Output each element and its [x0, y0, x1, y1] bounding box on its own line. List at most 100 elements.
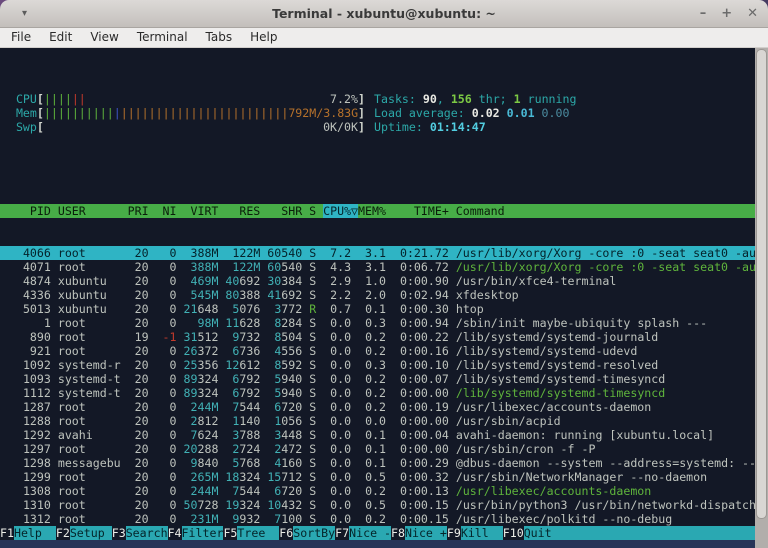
- mem-bar-green: |: [78, 106, 86, 120]
- cell-time: 0:00.10: [393, 358, 456, 372]
- cell-pri: 20: [127, 246, 156, 260]
- column-header-shr[interactable]: SHR: [267, 204, 309, 218]
- pad: [267, 302, 274, 316]
- cell-part: 545M: [190, 288, 219, 302]
- cell-part: 284: [281, 316, 303, 330]
- column-header-res[interactable]: RES: [225, 204, 267, 218]
- mem-bar-orange: |: [155, 106, 163, 120]
- process-row[interactable]: 1312 root 20 0 231M 9 932 7 100 S 0.0 0.2 …: [0, 512, 755, 526]
- cell-part: 7: [190, 428, 198, 442]
- window-menu-arrow-icon[interactable]: ▾: [22, 0, 27, 27]
- cell-part: 692: [281, 288, 303, 302]
- cell-part: 324: [197, 386, 219, 400]
- cell-part: 648: [197, 302, 219, 316]
- cell-time: 0:00.90: [393, 274, 456, 288]
- process-row[interactable]: 1297 root 20 0 20 288 2 724 2 472 S 0.0 0.1…: [0, 442, 755, 456]
- pad: [184, 246, 191, 260]
- system-info: Tasks: 90, 156 thr; 1 running Load averag…: [374, 92, 576, 134]
- column-header-ni[interactable]: NI: [156, 204, 184, 218]
- fnkey-f8[interactable]: F8Nice +: [391, 526, 447, 540]
- menu-item-help[interactable]: Help: [241, 28, 286, 47]
- fnkey-f4[interactable]: F4Filter: [168, 526, 224, 540]
- cell-part: 98M: [197, 316, 219, 330]
- fnkey-f6[interactable]: F6SortBy: [279, 526, 336, 540]
- menu-item-terminal[interactable]: Terminal: [128, 28, 197, 47]
- cell-ni: 0: [155, 316, 177, 330]
- fnkey-f5[interactable]: F5Tree: [223, 526, 280, 540]
- column-header-virt[interactable]: VIRT: [184, 204, 226, 218]
- fnkey-f10[interactable]: F10Quit: [503, 526, 566, 540]
- menu-item-edit[interactable]: Edit: [40, 28, 81, 47]
- process-row[interactable]: 1093 systemd-t 20 0 89 324 6 792 5 940 S 0.…: [0, 372, 755, 386]
- process-row[interactable]: 921 root 20 0 26 372 6 736 4 556 S 0.0 0.2 …: [0, 344, 755, 358]
- cell-part: 5: [232, 456, 240, 470]
- process-row[interactable]: 4071 root 20 0 388M 122M 60 540 S 4.3 3.1…: [0, 260, 755, 274]
- fnkey-label: F5: [223, 526, 238, 540]
- info-segment: Uptime:: [374, 120, 430, 134]
- pad: [184, 274, 191, 288]
- column-header-user[interactable]: USER: [58, 204, 128, 218]
- cell-mem: 3.1: [358, 246, 393, 260]
- mem-meter-label: Mem: [15, 106, 37, 120]
- process-row[interactable]: 1112 systemd-t 20 0 89 324 6 792 5 940 S 0.…: [0, 386, 755, 400]
- process-row[interactable]: 1287 root 20 0 244M 7 544 6 720 S 0.0 0.2 …: [0, 400, 755, 414]
- process-row[interactable]: 5013 xubuntu 20 0 21 648 5 076 3 772 R 0.7 …: [0, 302, 755, 316]
- column-header-cpu-sorted[interactable]: CPU%▽: [323, 204, 359, 218]
- cell-ni: 0: [155, 498, 177, 512]
- process-row[interactable]: 4336 xubuntu 20 0 545M 80 388 41 692 S 2.2…: [0, 288, 755, 302]
- process-row[interactable]: 1299 root 20 0 265M 18 324 15 712 S 0.0 0.…: [0, 470, 755, 484]
- process-row[interactable]: 1310 root 20 0 50 728 19 324 10 432 S 0.0 0…: [0, 498, 755, 512]
- column-header-command[interactable]: Command: [456, 204, 505, 218]
- scrollbar[interactable]: [755, 48, 768, 548]
- cell-mem: 2.0: [358, 288, 393, 302]
- fnkey-f1[interactable]: F1Help: [0, 526, 56, 540]
- menu-item-tabs[interactable]: Tabs: [197, 28, 242, 47]
- process-row[interactable]: 1292 avahi 20 0 7 624 3 788 3 448 S 0.0 0.1…: [0, 428, 755, 442]
- column-header-state[interactable]: S: [309, 204, 323, 218]
- process-row[interactable]: 4066 root 20 0 388M 122M 60 540 S 7.2 3.1…: [0, 246, 755, 260]
- pad: [225, 512, 232, 526]
- maximize-button[interactable]: +: [721, 0, 732, 27]
- process-row[interactable]: 1092 systemd-r 20 0 25 356 12 612 8 592 S 0…: [0, 358, 755, 372]
- fnkey-f2[interactable]: F2Setup: [56, 526, 112, 540]
- process-row[interactable]: 1308 root 20 0 244M 7 544 6 720 S 0.0 0.2 …: [0, 484, 755, 498]
- fnkey-f7[interactable]: F7Nice -: [335, 526, 392, 540]
- scrollbar-thumb[interactable]: [756, 49, 767, 519]
- column-header-pri[interactable]: PRI: [128, 204, 156, 218]
- column-header-pid[interactable]: PID: [2, 204, 58, 218]
- pad: [225, 414, 232, 428]
- process-row[interactable]: 1288 root 20 0 2 812 1 140 1 056 S 0.0 0.0 …: [0, 414, 755, 428]
- column-header-time[interactable]: TIME+: [393, 204, 456, 218]
- process-row[interactable]: 1298 messagebu 20 0 9 840 5 768 4 160 S 0.0…: [0, 456, 755, 470]
- mem-bar-orange: |: [148, 106, 156, 120]
- column-header-mem[interactable]: MEM%: [358, 204, 393, 218]
- menu-item-file[interactable]: File: [2, 28, 40, 47]
- minimize-button[interactable]: –: [700, 0, 707, 27]
- title-bar[interactable]: ▾ Terminal - xubuntu@xubuntu: ~ – + ✕: [0, 0, 768, 28]
- menu-item-view[interactable]: View: [81, 28, 127, 47]
- pad: [225, 260, 232, 274]
- pad: [267, 414, 274, 428]
- pad: [225, 442, 232, 456]
- swp-meter-bar: 0K/0K: [44, 120, 358, 134]
- cell-pri: 20: [127, 400, 156, 414]
- process-row[interactable]: 1 root 20 0 98M 11 628 8 284 S 0.0 0.3 0:0…: [0, 316, 755, 330]
- cpu-meter-bar: | | | | | | 7.2%: [44, 92, 358, 106]
- process-row[interactable]: 4874 xubuntu 20 0 469M 40 692 30 384 S 2.9…: [0, 274, 755, 288]
- cell-time: 0:00.15: [393, 498, 456, 512]
- fnkey-action: Setup: [69, 526, 112, 540]
- fnkey-f3[interactable]: F3Search: [112, 526, 168, 540]
- cell-part: 448: [281, 428, 303, 442]
- fnkey-f9[interactable]: F9Kill: [447, 526, 503, 540]
- process-row[interactable]: 890 root 19 -1 31 512 9 732 8 504 S 0.0 0.2…: [0, 330, 755, 344]
- close-button[interactable]: ✕: [747, 0, 758, 27]
- cell-part: 265M: [190, 470, 219, 484]
- cell-pid: 1310: [2, 498, 58, 512]
